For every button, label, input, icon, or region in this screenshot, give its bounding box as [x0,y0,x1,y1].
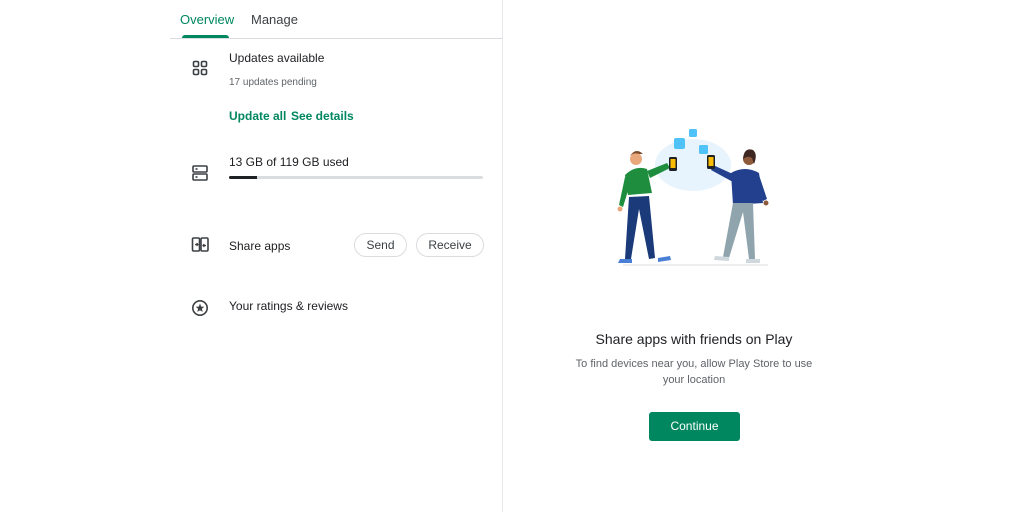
storage-label: 13 GB of 119 GB used [229,155,349,169]
tab-overview[interactable]: Overview [180,12,234,27]
share-apps-label: Share apps [229,239,291,253]
receive-button[interactable]: Receive [416,233,484,257]
share-devices-icon [191,236,209,254]
see-details-button[interactable]: See details [291,109,354,123]
share-apps-panel: Share apps with friends on Play To find … [503,0,1024,512]
updates-subtitle: 17 updates pending [229,77,317,88]
storage-progress-fill [229,176,257,179]
storage-progress-bar [229,176,483,179]
updates-title: Updates available [229,51,325,65]
tab-manage[interactable]: Manage [251,12,298,27]
star-circle-icon [191,299,209,317]
update-all-button[interactable]: Update all [229,109,286,123]
share-panel-title: Share apps with friends on Play [595,331,793,347]
play-store-my-apps: Overview Manage Updates available 17 upd… [0,0,1024,512]
overview-panel: Overview Manage Updates available 17 upd… [170,0,503,512]
continue-button[interactable]: Continue [649,412,740,441]
tab-bar: Overview Manage [170,0,503,39]
apps-grid-icon [191,59,209,77]
share-apps-illustration [603,125,793,270]
active-tab-indicator [182,35,229,38]
storage-icon [191,164,209,182]
ratings-reviews-link[interactable]: Your ratings & reviews [229,299,348,313]
share-panel-description: To find devices near you, allow Play Sto… [575,358,813,386]
send-button[interactable]: Send [354,233,407,257]
